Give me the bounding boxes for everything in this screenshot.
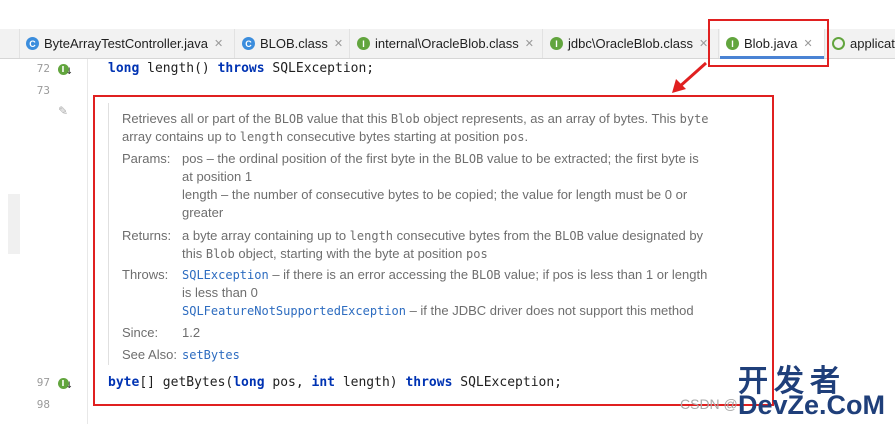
close-icon[interactable]: ✕: [525, 37, 534, 50]
line-number: 73: [36, 84, 50, 97]
editor-gutter: [0, 59, 88, 424]
interface-icon: I: [357, 37, 370, 50]
tab-blob-class[interactable]: C BLOB.class ✕: [236, 29, 350, 58]
tab-bytearraytestcontroller[interactable]: C ByteArrayTestController.java ✕: [20, 29, 235, 58]
code-line-72[interactable]: long length() throws SQLException;: [108, 61, 374, 76]
watermark-csdn: CSDN @: [680, 396, 738, 412]
class-icon: C: [26, 37, 39, 50]
implemented-marker-icon[interactable]: I ↓: [56, 376, 73, 391]
class-icon: C: [242, 37, 255, 50]
tab-label: applicat: [850, 36, 895, 51]
close-icon[interactable]: ✕: [334, 37, 343, 50]
tab-label: BLOB.class: [260, 36, 328, 51]
tab-scroll-left[interactable]: [0, 29, 20, 58]
line-number: 72: [36, 62, 50, 75]
interface-icon: I: [550, 37, 563, 50]
gutter-band: [8, 194, 20, 254]
keyword: long: [108, 61, 140, 76]
line-number: 98: [36, 398, 50, 411]
line-number: 97: [36, 376, 50, 389]
highlight-box-doc: [93, 95, 774, 406]
close-icon[interactable]: ✕: [214, 37, 223, 50]
tab-application[interactable]: applicat: [826, 29, 895, 58]
method-signature: length(): [139, 61, 218, 76]
exception-type: SQLException;: [264, 61, 375, 76]
tab-label: internal\OracleBlob.class: [375, 36, 519, 51]
highlight-box-tab: [708, 19, 829, 67]
tab-label: jdbc\OracleBlob.class: [568, 36, 693, 51]
edit-doc-icon[interactable]: ✎: [58, 104, 70, 118]
annotation-arrow-icon: [672, 61, 707, 93]
close-icon[interactable]: ✕: [699, 37, 708, 50]
keyword: throws: [217, 61, 265, 76]
tab-jdbc-oracleblob[interactable]: I jdbc\OracleBlob.class ✕: [544, 29, 719, 58]
application-icon: [832, 37, 845, 50]
implemented-marker-icon[interactable]: I ↓: [56, 62, 73, 77]
watermark-devze: DevZe.CoM: [738, 390, 886, 420]
tab-internal-oracleblob[interactable]: I internal\OracleBlob.class ✕: [351, 29, 543, 58]
tab-label: ByteArrayTestController.java: [44, 36, 209, 51]
